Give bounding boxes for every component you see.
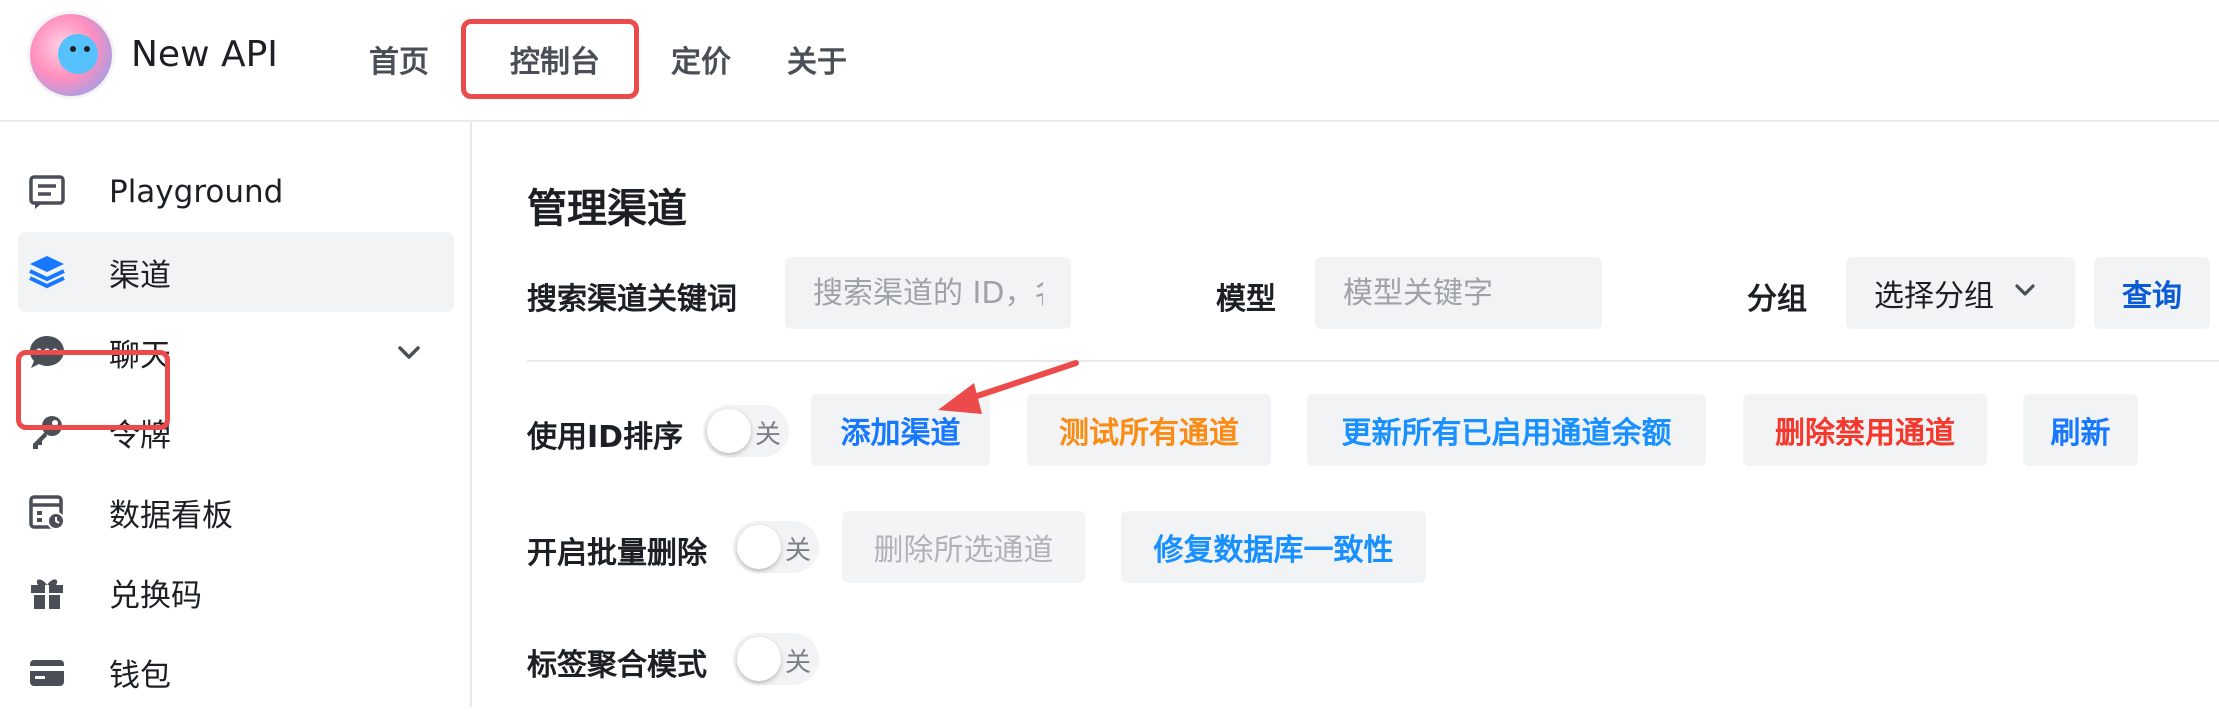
refresh-button[interactable]: 刷新: [2023, 394, 2138, 466]
delete-selected-channels-button[interactable]: 删除所选通道: [842, 511, 1085, 583]
keyword-search-input[interactable]: [785, 257, 1071, 329]
nav-home[interactable]: 首页: [340, 20, 457, 98]
sidebar-item-label: 兑换码: [109, 577, 202, 614]
group-select-value: 选择分组: [1874, 279, 1994, 314]
top-nav: 首页 控制台 定价 关于: [340, 0, 875, 118]
batch-delete-label: 开启批量删除: [527, 536, 707, 571]
dashboard-icon: [24, 489, 70, 535]
sidebar-item-redeem[interactable]: 兑换码: [18, 552, 454, 632]
delete-disabled-channels-button[interactable]: 删除禁用通道: [1743, 394, 1987, 466]
app-logo[interactable]: [30, 14, 112, 96]
nav-console[interactable]: 控制台: [461, 19, 639, 99]
logo-mascot: [58, 34, 98, 74]
test-all-channels-button[interactable]: 测试所有通道: [1027, 394, 1271, 466]
chevron-down-icon[interactable]: [394, 338, 424, 372]
divider: [527, 360, 2219, 362]
update-all-balances-button[interactable]: 更新所有已启用通道余额: [1307, 394, 1706, 466]
sidebar-item-label: 渠道: [109, 257, 171, 294]
model-search-input[interactable]: [1315, 257, 1602, 329]
group-label: 分组: [1747, 282, 1807, 317]
chevron-down-icon: [2012, 276, 2038, 311]
nav-about[interactable]: 关于: [759, 20, 875, 98]
main-content: 管理渠道 搜索渠道关键词 模型 分组 选择分组 查询 使用ID排序 关 添加渠道…: [474, 122, 2219, 707]
sort-by-id-toggle[interactable]: 关: [703, 405, 789, 457]
toggle-state: 关: [785, 536, 812, 566]
wallet-icon: [24, 649, 70, 695]
tag-mode-toggle[interactable]: 关: [733, 633, 819, 685]
tag-mode-label: 标签聚合模式: [527, 648, 707, 683]
add-channel-button[interactable]: 添加渠道: [811, 394, 990, 466]
highlight-box-channels: [16, 350, 170, 430]
sidebar-item-label: Playground: [109, 174, 284, 210]
sidebar-item-label: 钱包: [109, 657, 171, 694]
toggle-state: 关: [755, 420, 782, 450]
sidebar: Playground 渠道 聊天 令牌 数据看板 兑换码 钱包: [0, 122, 472, 707]
sidebar-item-dashboard[interactable]: 数据看板: [18, 472, 454, 552]
fix-database-button[interactable]: 修复数据库一致性: [1121, 511, 1426, 583]
chat-square-icon: [24, 169, 70, 215]
sidebar-item-playground[interactable]: Playground: [18, 152, 454, 232]
top-header: New API 首页 控制台 定价 关于: [0, 0, 2219, 122]
brand-name[interactable]: New API: [131, 34, 278, 75]
toggle-state: 关: [785, 648, 812, 678]
keyword-label: 搜索渠道关键词: [527, 282, 737, 317]
sidebar-item-label: 数据看板: [109, 497, 233, 534]
sidebar-item-wallet[interactable]: 钱包: [18, 632, 454, 712]
model-label: 模型: [1216, 282, 1276, 317]
query-button[interactable]: 查询: [2094, 257, 2210, 329]
gift-icon: [24, 569, 70, 615]
sidebar-item-channels[interactable]: 渠道: [18, 232, 454, 312]
batch-delete-toggle[interactable]: 关: [733, 521, 819, 573]
page-title: 管理渠道: [527, 186, 687, 232]
sort-by-id-label: 使用ID排序: [527, 420, 684, 455]
layers-icon: [24, 249, 70, 295]
group-select[interactable]: 选择分组: [1846, 257, 2075, 329]
nav-pricing[interactable]: 定价: [643, 20, 759, 98]
